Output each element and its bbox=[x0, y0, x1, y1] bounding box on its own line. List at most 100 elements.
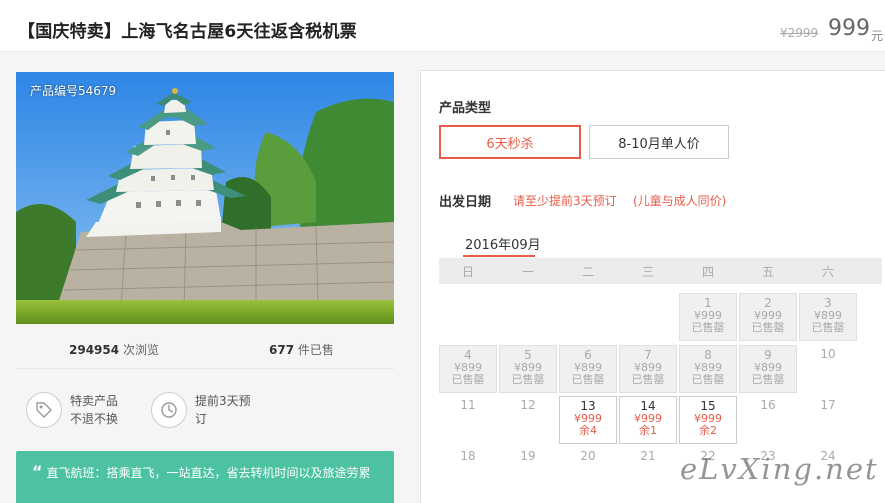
day-status: 已售罄 bbox=[511, 373, 545, 386]
calendar-day-11: 11 bbox=[439, 396, 497, 416]
product-type-label: 产品类型 bbox=[439, 101, 492, 116]
feature-line: 不退不换 bbox=[70, 412, 119, 426]
calendar-day-3: 3 ¥899 已售罄 bbox=[799, 293, 857, 341]
day-status: 已售罄 bbox=[751, 321, 785, 334]
views-stat: 294954 次浏览 bbox=[69, 341, 159, 358]
stats-row: 294954 次浏览 677 件已售 bbox=[16, 333, 394, 369]
day-number: 2 bbox=[764, 296, 772, 310]
calendar-day-9: 9 ¥899 已售罄 bbox=[739, 345, 797, 393]
feature-text: 特卖产品 不退不换 bbox=[70, 392, 118, 428]
calendar-day-10: 10 bbox=[799, 345, 857, 365]
nagoya-castle-illustration bbox=[16, 72, 394, 324]
day-number: 13 bbox=[580, 399, 596, 413]
page: 【国庆特卖】上海飞名古屋6天往返含税机票 ¥2999 999 元 产品编号546… bbox=[0, 0, 885, 503]
day-number: 16 bbox=[760, 398, 776, 412]
weekday-label: 四 bbox=[701, 265, 714, 279]
calendar-day-20: 20 bbox=[559, 447, 617, 467]
day-number: 1 bbox=[704, 296, 712, 310]
weekday-label: 六 bbox=[821, 265, 834, 279]
day-status: 已售罄 bbox=[751, 373, 785, 386]
month-tab-underline bbox=[463, 255, 535, 257]
day-number: 14 bbox=[640, 399, 656, 413]
day-status: 已售罄 bbox=[811, 321, 845, 334]
type-option-single-price[interactable]: 8-10月单人价 bbox=[589, 125, 729, 159]
calendar-day-1: 1 ¥999 已售罄 bbox=[679, 293, 737, 341]
calendar-day-13[interactable]: 13 ¥999 余4 bbox=[559, 396, 617, 444]
advance-note: 请至少提前3天预订 bbox=[513, 194, 617, 208]
type-option-6day-flash[interactable]: 6天秒杀 bbox=[439, 125, 581, 159]
watermark: eLvXing.net bbox=[680, 452, 879, 486]
day-status: 余4 bbox=[579, 424, 597, 437]
day-status: 余1 bbox=[639, 424, 657, 437]
calendar-day-16: 16 bbox=[739, 396, 797, 416]
feature-line: 订 bbox=[195, 412, 208, 426]
feature-advance-booking: 提前3天预 订 bbox=[151, 392, 251, 428]
calendar-day-15[interactable]: 15 ¥999 余2 bbox=[679, 396, 737, 444]
day-status: 已售罄 bbox=[691, 373, 725, 386]
calendar-day-7: 7 ¥899 已售罄 bbox=[619, 345, 677, 393]
views-label: 次浏览 bbox=[122, 343, 159, 357]
price-unit: 元 bbox=[871, 29, 884, 43]
month-tab[interactable]: 2016年09月 bbox=[465, 234, 541, 253]
product-photo[interactable]: 产品编号54679 bbox=[16, 72, 394, 324]
day-number: 8 bbox=[704, 348, 712, 362]
day-number: 20 bbox=[580, 449, 596, 463]
feature-line: 提前3天预 bbox=[195, 394, 251, 408]
header-bar: 【国庆特卖】上海飞名古屋6天往返含税机票 ¥2999 999 元 bbox=[0, 0, 885, 52]
calendar-day-18: 18 bbox=[439, 447, 497, 467]
day-number: 5 bbox=[524, 348, 532, 362]
weekday-label: 五 bbox=[761, 265, 774, 279]
day-status: 已售罄 bbox=[571, 373, 605, 386]
views-count: 294954 bbox=[69, 343, 120, 357]
day-number: 12 bbox=[520, 398, 536, 412]
quote-icon: “ bbox=[32, 462, 43, 481]
calendar-day-17: 17 bbox=[799, 396, 857, 416]
calendar-day-6: 6 ¥899 已售罄 bbox=[559, 345, 617, 393]
feature-text: 提前3天预 订 bbox=[195, 392, 251, 428]
calendar-day-14[interactable]: 14 ¥999 余1 bbox=[619, 396, 677, 444]
calendar-day-12: 12 bbox=[499, 396, 557, 416]
direct-flight-notice: “直飞航班：搭乘直飞，一站直达，省去转机时间以及旅途劳累 bbox=[16, 451, 394, 503]
day-number: 9 bbox=[764, 348, 772, 362]
calendar-day-8: 8 ¥899 已售罄 bbox=[679, 345, 737, 393]
day-number: 15 bbox=[700, 399, 716, 413]
sold-label: 件已售 bbox=[297, 343, 334, 357]
weekday-label: 一 bbox=[521, 265, 534, 279]
day-status: 已售罄 bbox=[691, 321, 725, 334]
notice-text: 直飞航班：搭乘直飞，一站直达，省去转机时间以及旅途劳累 bbox=[46, 466, 371, 480]
calendar-day-19: 19 bbox=[499, 447, 557, 467]
departure-date-label: 出发日期 bbox=[439, 195, 492, 210]
calendar-day-21: 21 bbox=[619, 447, 677, 467]
day-number: 3 bbox=[824, 296, 832, 310]
day-number: 21 bbox=[640, 449, 656, 463]
calendar-day-4: 4 ¥899 已售罄 bbox=[439, 345, 497, 393]
clock-icon bbox=[151, 392, 187, 428]
day-number: 18 bbox=[460, 449, 476, 463]
weekday-header: 日一二三四五六 bbox=[439, 258, 882, 284]
sold-stat: 677 件已售 bbox=[269, 341, 334, 358]
calendar-day-2: 2 ¥999 已售罄 bbox=[739, 293, 797, 341]
day-status: 余2 bbox=[699, 424, 717, 437]
feature-line: 特卖产品 bbox=[70, 394, 119, 408]
calendar-day-5: 5 ¥899 已售罄 bbox=[499, 345, 557, 393]
original-price: ¥2999 bbox=[780, 26, 819, 40]
weekday-label: 三 bbox=[641, 265, 654, 279]
product-title: 【国庆特卖】上海飞名古屋6天往返含税机票 bbox=[18, 22, 357, 42]
weekday-label: 二 bbox=[581, 265, 594, 279]
day-number: 17 bbox=[820, 398, 836, 412]
day-number: 11 bbox=[460, 398, 476, 412]
day-number: 7 bbox=[644, 348, 652, 362]
sale-price: 999 bbox=[828, 16, 870, 41]
tag-icon bbox=[26, 392, 62, 428]
weekday-label: 日 bbox=[461, 265, 474, 279]
day-number: 19 bbox=[520, 449, 536, 463]
day-number: 4 bbox=[464, 348, 472, 362]
day-status: 已售罄 bbox=[451, 373, 485, 386]
feature-no-refund: 特卖产品 不退不换 bbox=[26, 392, 118, 428]
booking-panel: 产品类型 6天秒杀 8-10月单人价 出发日期 请至少提前3天预订 (儿童与成人… bbox=[420, 70, 885, 503]
day-number: 6 bbox=[584, 348, 592, 362]
product-number: 产品编号54679 bbox=[30, 84, 117, 98]
child-price-note: (儿童与成人同价) bbox=[633, 194, 727, 208]
day-status: 已售罄 bbox=[631, 373, 665, 386]
day-number: 10 bbox=[820, 347, 836, 361]
